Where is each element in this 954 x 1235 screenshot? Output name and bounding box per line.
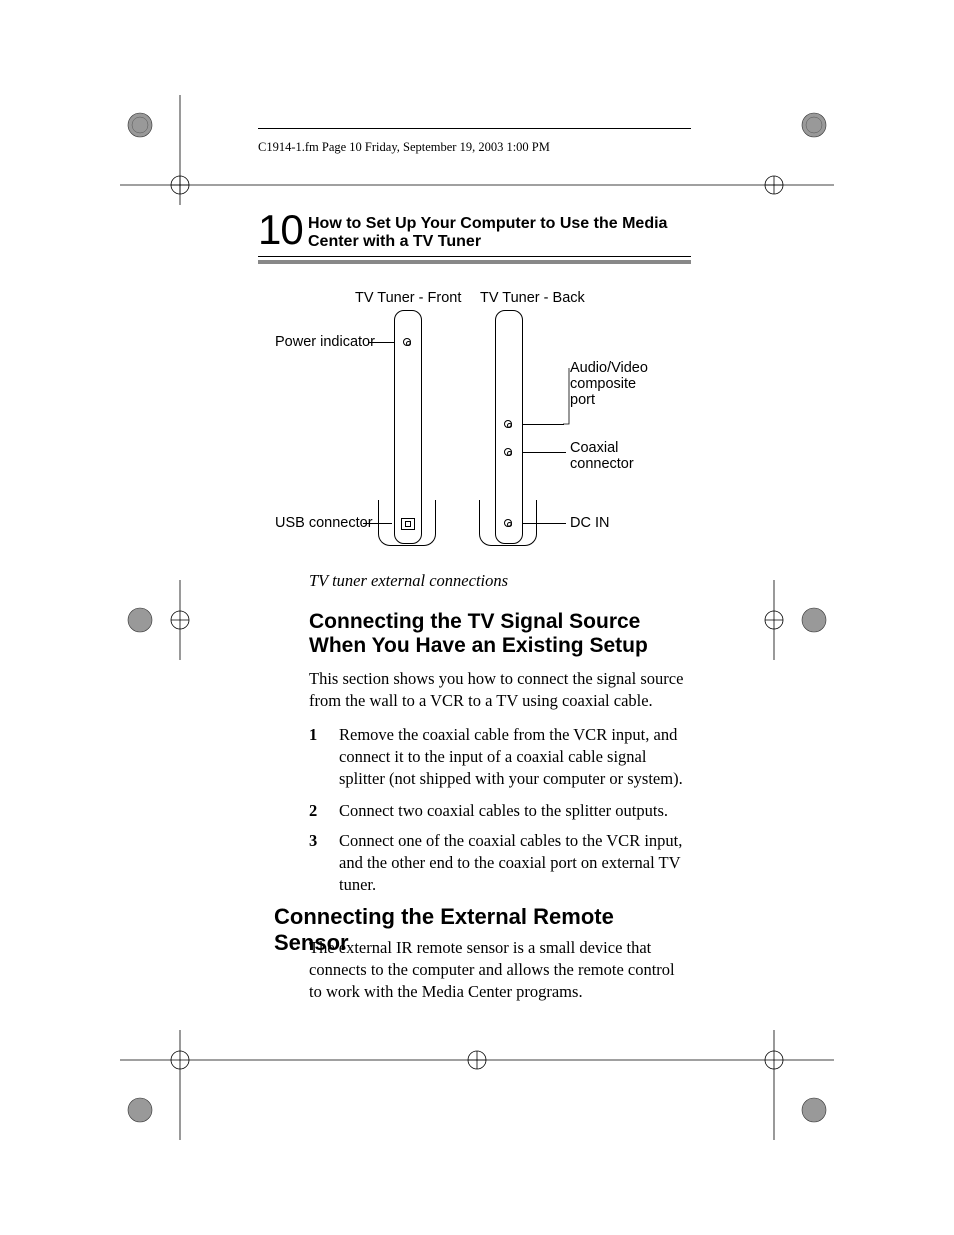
- tv-tuner-diagram: TV Tuner - Front TV Tuner - Back Power i…: [280, 290, 690, 570]
- pointer-av-elbow: [563, 368, 571, 426]
- step-text-2: Connect two coaxial cables to the splitt…: [339, 800, 691, 822]
- label-back: TV Tuner - Back: [480, 290, 585, 306]
- step-text-3: Connect one of the coaxial cables to the…: [339, 830, 691, 896]
- label-av-line1: Audio/Video: [570, 360, 648, 376]
- step-1: 1 Remove the coaxial cable from the VCR …: [309, 724, 691, 794]
- pointer-coax: [522, 452, 566, 453]
- crop-mark-middle-left: [120, 580, 200, 660]
- step-2: 2 Connect two coaxial cables to the spli…: [309, 800, 691, 824]
- section-title: How to Set Up Your Computer to Use the M…: [308, 215, 668, 251]
- section-rule-thick: [258, 260, 691, 264]
- label-dc-in: DC IN: [570, 515, 609, 531]
- section-rule-thin: [258, 256, 691, 257]
- label-power-indicator: Power indicator: [275, 334, 375, 350]
- label-av-port: Audio/Video composite port: [570, 360, 660, 408]
- paragraph-remote-sensor: The external IR remote sensor is a small…: [309, 937, 691, 1003]
- heading-connecting-signal-source: Connecting the TV Signal Source When You…: [309, 610, 691, 658]
- label-front: TV Tuner - Front: [355, 290, 461, 306]
- front-stand: [378, 500, 436, 546]
- step-number-3: 3: [309, 830, 317, 852]
- page-number-large: 10: [258, 206, 303, 254]
- crop-mark-middle-right: [754, 580, 834, 660]
- crop-mark-bottom: [120, 1030, 834, 1140]
- label-av-line3: port: [570, 392, 595, 408]
- step-text-1: Remove the coaxial cable from the VCR in…: [339, 724, 691, 790]
- back-av-port: [504, 420, 512, 428]
- pointer-av: [522, 424, 564, 425]
- step-3: 3 Connect one of the coaxial cables to t…: [309, 830, 691, 900]
- label-av-line2: composite: [570, 376, 636, 392]
- running-header: C1914-1.fm Page 10 Friday, September 19,…: [258, 140, 550, 155]
- paragraph-intro: This section shows you how to connect th…: [309, 668, 691, 712]
- label-coax-line2: connector: [570, 456, 634, 472]
- label-coax-line1: Coaxial: [570, 440, 618, 456]
- page: C1914-1.fm Page 10 Friday, September 19,…: [0, 0, 954, 1235]
- diagram-caption: TV tuner external connections: [309, 571, 508, 591]
- step-number-1: 1: [309, 724, 317, 746]
- pointer-power: [368, 342, 394, 343]
- step-number-2: 2: [309, 800, 317, 822]
- front-power-led: [403, 338, 411, 346]
- back-stand: [479, 500, 537, 546]
- header-rule: [258, 128, 691, 129]
- label-usb-connector: USB connector: [275, 515, 373, 531]
- label-coax: Coaxial connector: [570, 440, 660, 472]
- back-coax-port: [504, 448, 512, 456]
